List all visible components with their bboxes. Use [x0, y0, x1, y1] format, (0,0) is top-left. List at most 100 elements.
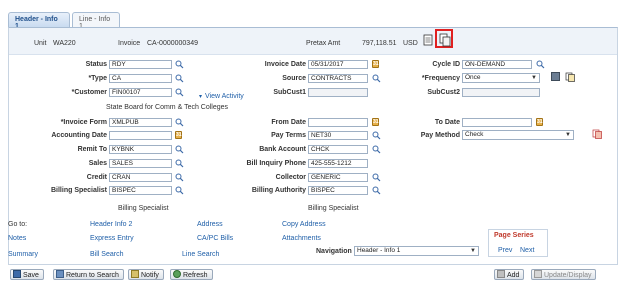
to-date-label: To Date	[434, 119, 460, 126]
notify-button[interactable]: Notify	[128, 269, 164, 280]
pay-terms-field[interactable]: NET30	[308, 131, 368, 140]
ca-pc-bills-link[interactable]: CA/PC Bills	[197, 235, 233, 242]
accounting-date-calendar-icon[interactable]: 31	[175, 131, 182, 139]
return-to-search-label: Return to Search	[66, 272, 119, 279]
type-field[interactable]: CA	[109, 74, 172, 83]
billing-authority-field[interactable]: BISPEC	[308, 186, 368, 195]
goto-label: Go to:	[8, 221, 28, 228]
save-icon	[13, 270, 21, 278]
invoice-label: Invoice	[118, 40, 141, 47]
refresh-icon	[173, 270, 181, 278]
billing-authority-lookup-icon[interactable]	[372, 186, 381, 195]
billing-specialist-label: Billing Specialist	[50, 187, 107, 194]
pay-method-value: Check	[465, 131, 484, 138]
attachments-link[interactable]: Attachments	[282, 235, 321, 242]
to-date-calendar-icon[interactable]: 31	[536, 118, 543, 126]
update-display-label: Update/Display	[544, 272, 592, 279]
subcust2-label: SubCust2	[427, 89, 460, 96]
pay-terms-lookup-icon[interactable]	[372, 131, 381, 140]
credit-field[interactable]: CRAN	[109, 173, 172, 182]
status-lookup-icon[interactable]	[175, 60, 184, 69]
billing-authority-label: Billing Authority	[251, 187, 306, 194]
save-label: Save	[23, 272, 39, 279]
bill-inquiry-phone-label: Bill Inquiry Phone	[246, 160, 306, 167]
pay-method-label: Pay Method	[420, 132, 460, 139]
highlighted-document-icon[interactable]	[435, 29, 453, 48]
copy-address-link[interactable]: Copy Address	[282, 221, 326, 228]
bank-account-lookup-icon[interactable]	[372, 145, 381, 154]
source-lookup-icon[interactable]	[372, 74, 381, 83]
save-button[interactable]: Save	[10, 269, 44, 280]
customer-lookup-icon[interactable]	[175, 88, 184, 97]
invoice-date-field[interactable]: 05/31/2017	[308, 60, 368, 69]
invoice-date-calendar-icon[interactable]: 31	[372, 60, 379, 68]
from-date-field[interactable]	[308, 118, 368, 127]
add-button[interactable]: Add	[494, 269, 525, 280]
customer-label: *Customer	[71, 89, 107, 96]
subcust2-field[interactable]	[462, 88, 540, 97]
sales-lookup-icon[interactable]	[175, 159, 184, 168]
view-activity-arrow-icon: ▾	[199, 94, 203, 100]
bill-inquiry-phone-field[interactable]: 425-555-1212	[308, 159, 368, 168]
refresh-label: Refresh	[183, 272, 208, 279]
return-to-search-button[interactable]: Return to Search	[53, 269, 124, 280]
refresh-button[interactable]: Refresh	[170, 269, 213, 280]
accounting-date-label: Accounting Date	[51, 132, 107, 139]
notepad-icon[interactable]	[423, 34, 433, 46]
cycle-id-field[interactable]: ON-DEMAND	[462, 60, 532, 69]
unit-label: Unit	[34, 40, 47, 47]
credit-lookup-icon[interactable]	[175, 173, 184, 182]
currency-value: USD	[403, 40, 418, 47]
view-activity-link[interactable]: View Activity	[205, 93, 244, 100]
update-display-button[interactable]: Update/Display	[531, 269, 597, 280]
subcust1-field[interactable]	[308, 88, 368, 97]
pay-method-detail-icon[interactable]	[592, 129, 602, 139]
source-label: Source	[282, 75, 306, 82]
frequency-select[interactable]: Once ▼	[462, 73, 540, 83]
address-link[interactable]: Address	[197, 221, 223, 228]
frequency-label: *Frequency	[421, 75, 460, 82]
invoice-date-label: Invoice Date	[264, 61, 306, 68]
notes-link[interactable]: Notes	[8, 235, 26, 242]
status-field[interactable]: RDY	[109, 60, 172, 69]
chevron-down-icon: ▼	[470, 248, 476, 254]
prev-link[interactable]: Prev	[498, 247, 512, 254]
invoice-form-field[interactable]: XMLPUB	[109, 118, 172, 127]
bill-search-link[interactable]: Bill Search	[90, 251, 123, 258]
collector-lookup-icon[interactable]	[372, 173, 381, 182]
express-entry-link[interactable]: Express Entry	[90, 235, 134, 242]
type-label: *Type	[88, 75, 107, 82]
tab-header-info-1[interactable]: Header - Info 1	[8, 12, 70, 30]
navigation-select[interactable]: Header - Info 1 ▼	[354, 246, 479, 256]
from-date-label: From Date	[271, 119, 306, 126]
collector-field[interactable]: GENERIC	[308, 173, 368, 182]
billing-specialist-lookup-icon[interactable]	[175, 186, 184, 195]
pay-method-select[interactable]: Check ▼	[462, 130, 574, 140]
invoice-value: CA-0000000349	[147, 40, 198, 47]
navigation-value: Header - Info 1	[357, 247, 401, 254]
remit-to-field[interactable]: KYBNK	[109, 145, 172, 154]
remit-to-lookup-icon[interactable]	[175, 145, 184, 154]
source-field[interactable]: CONTRACTS	[308, 74, 368, 83]
summary-link[interactable]: Summary	[8, 251, 38, 258]
next-link[interactable]: Next	[520, 247, 534, 254]
header-info-2-link[interactable]: Header Info 2	[90, 221, 132, 228]
type-lookup-icon[interactable]	[175, 74, 184, 83]
billing-specialist-field[interactable]: BISPEC	[109, 186, 172, 195]
line-search-link[interactable]: Line Search	[182, 251, 219, 258]
notify-icon	[131, 270, 139, 278]
accounting-date-field[interactable]	[109, 131, 172, 140]
copy-icon[interactable]	[565, 72, 575, 82]
to-date-field[interactable]	[462, 118, 532, 127]
cycle-id-lookup-icon[interactable]	[536, 60, 545, 69]
bank-account-field[interactable]: CHCK	[308, 145, 368, 154]
subcust1-label: SubCust1	[273, 89, 306, 96]
tab-line-info-1[interactable]: Line - Info 1	[72, 12, 120, 30]
credit-label: Credit	[86, 174, 107, 181]
customer-field[interactable]: FIN00107	[109, 88, 172, 97]
from-date-calendar-icon[interactable]: 31	[372, 118, 379, 126]
invoice-form-lookup-icon[interactable]	[175, 118, 184, 127]
calculator-icon[interactable]	[551, 72, 560, 81]
sales-field[interactable]: SALES	[109, 159, 172, 168]
navigation-label: Navigation	[316, 248, 352, 255]
